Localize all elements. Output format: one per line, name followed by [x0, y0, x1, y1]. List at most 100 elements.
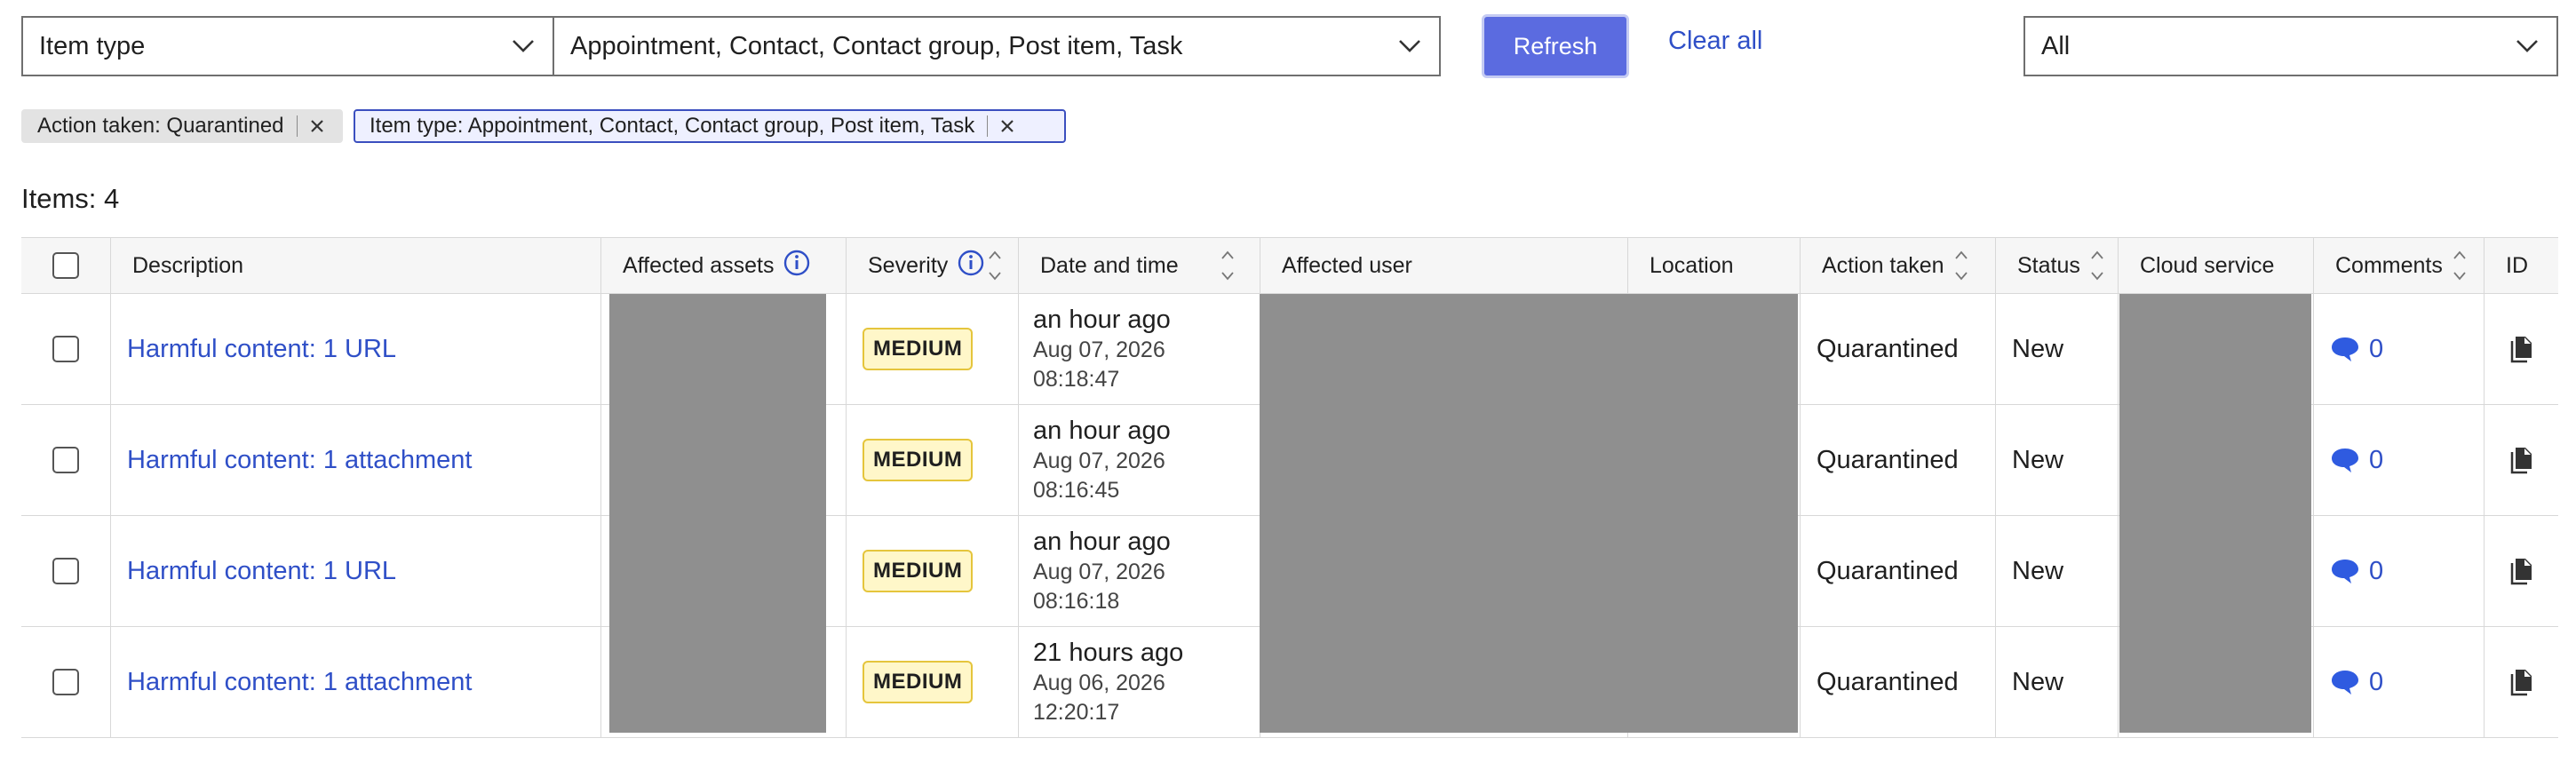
- time-text: 08:16:18: [1033, 589, 1120, 614]
- col-affected-user[interactable]: Affected user: [1260, 238, 1627, 293]
- col-cloud-service-label: Cloud service: [2140, 252, 2275, 278]
- date-text: Aug 06, 2026: [1033, 671, 1165, 695]
- select-all-checkbox[interactable]: [52, 252, 79, 279]
- action-taken-text: Quarantined: [1817, 334, 1959, 363]
- clear-all-link[interactable]: Clear all: [1668, 27, 1762, 56]
- description-link[interactable]: Harmful content: 1 URL: [111, 335, 396, 364]
- time-text: 08:18:47: [1033, 367, 1120, 392]
- comments-cell: 0: [2313, 516, 2484, 626]
- action-taken-cell: Quarantined: [1800, 294, 1995, 404]
- col-comments[interactable]: Comments: [2313, 238, 2484, 293]
- description-cell: Harmful content: 1 URL: [110, 516, 600, 626]
- chip-divider: [296, 115, 298, 137]
- severity-cell: MEDIUM: [846, 405, 1018, 515]
- relative-time: an hour ago: [1033, 528, 1171, 556]
- row-checkbox[interactable]: [52, 669, 79, 695]
- description-cell: Harmful content: 1 URL: [110, 294, 600, 404]
- field-select-value: Item type: [39, 31, 146, 60]
- status-text: New: [2012, 556, 2064, 585]
- document-copy-icon: [2510, 337, 2532, 363]
- col-id-label: ID: [2506, 252, 2528, 278]
- row-checkbox[interactable]: [52, 447, 79, 473]
- col-severity[interactable]: Severity: [846, 238, 1018, 293]
- col-description[interactable]: Description: [110, 238, 600, 293]
- col-id[interactable]: ID: [2484, 238, 2558, 293]
- field-select[interactable]: Item type: [21, 16, 554, 76]
- comments-count: 0: [2369, 334, 2384, 363]
- description-link[interactable]: Harmful content: 1 attachment: [111, 446, 472, 475]
- comment-bubble-icon: [2332, 337, 2358, 361]
- row-select-cell: [21, 294, 110, 404]
- value-select[interactable]: Appointment, Contact, Contact group, Pos…: [553, 16, 1441, 76]
- col-date-time[interactable]: Date and time: [1018, 238, 1260, 293]
- status-cell: New: [1995, 294, 2118, 404]
- close-icon[interactable]: [997, 115, 1018, 137]
- info-icon[interactable]: [783, 249, 811, 283]
- table-header: Description Affected assets Severity Dat…: [21, 237, 2558, 294]
- status-cell: New: [1995, 405, 2118, 515]
- document-copy-icon: [2510, 559, 2532, 585]
- col-status[interactable]: Status: [1995, 238, 2118, 293]
- relative-time: an hour ago: [1033, 417, 1171, 445]
- comment-bubble-icon: [2332, 671, 2358, 695]
- comments-link[interactable]: 0: [2314, 446, 2383, 475]
- filter-chip-action-taken: Action taken: Quarantined: [21, 109, 343, 143]
- comments-cell: 0: [2313, 627, 2484, 737]
- action-taken-cell: Quarantined: [1800, 516, 1995, 626]
- sort-icon[interactable]: [1220, 248, 1236, 283]
- id-cell: [2484, 627, 2558, 737]
- chip-divider: [987, 115, 989, 137]
- col-action-taken-label: Action taken: [1822, 252, 1944, 278]
- comments-count: 0: [2369, 556, 2384, 585]
- description-link[interactable]: Harmful content: 1 attachment: [111, 668, 472, 697]
- time-text: 12:20:17: [1033, 700, 1120, 725]
- status-text: New: [2012, 334, 2064, 363]
- col-action-taken[interactable]: Action taken: [1800, 238, 1995, 293]
- comments-link[interactable]: 0: [2314, 335, 2383, 364]
- severity-badge: MEDIUM: [863, 328, 974, 370]
- col-status-label: Status: [2017, 252, 2080, 278]
- date-time-cell: 21 hours ago Aug 06, 2026 12:20:17: [1018, 627, 1260, 737]
- sort-icon[interactable]: [2452, 248, 2468, 283]
- comments-link[interactable]: 0: [2314, 668, 2383, 697]
- col-affected-assets[interactable]: Affected assets: [600, 238, 846, 293]
- col-date-time-label: Date and time: [1040, 252, 1179, 278]
- document-copy-icon: [2510, 670, 2532, 696]
- sort-icon[interactable]: [2089, 248, 2105, 283]
- comments-count: 0: [2369, 667, 2384, 696]
- col-comments-label: Comments: [2335, 252, 2443, 278]
- col-description-label: Description: [132, 252, 244, 278]
- row-checkbox[interactable]: [52, 558, 79, 584]
- action-taken-cell: Quarantined: [1800, 405, 1995, 515]
- comment-bubble-icon: [2332, 560, 2358, 583]
- description-link[interactable]: Harmful content: 1 URL: [111, 557, 396, 586]
- sort-icon[interactable]: [1953, 248, 1969, 283]
- time-text: 08:16:45: [1033, 478, 1120, 503]
- chip-label: Item type: Appointment, Contact, Contact…: [370, 114, 975, 138]
- chevron-down-icon: [2514, 33, 2540, 60]
- severity-badge: MEDIUM: [863, 550, 974, 592]
- col-cloud-service[interactable]: Cloud service: [2118, 238, 2313, 293]
- comments-count: 0: [2369, 445, 2384, 474]
- refresh-button[interactable]: Refresh: [1482, 14, 1629, 78]
- close-icon[interactable]: [306, 115, 328, 137]
- scope-select[interactable]: All: [2023, 16, 2558, 76]
- severity-cell: MEDIUM: [846, 627, 1018, 737]
- col-affected-assets-label: Affected assets: [623, 252, 775, 278]
- comments-link[interactable]: 0: [2314, 557, 2383, 586]
- date-time-cell: an hour ago Aug 07, 2026 08:16:45: [1018, 405, 1260, 515]
- info-icon[interactable]: [957, 249, 985, 283]
- status-text: New: [2012, 445, 2064, 474]
- row-checkbox[interactable]: [52, 336, 79, 362]
- value-select-value: Appointment, Contact, Contact group, Pos…: [570, 31, 1183, 60]
- comment-bubble-icon: [2332, 448, 2358, 472]
- col-location[interactable]: Location: [1627, 238, 1800, 293]
- action-taken-cell: Quarantined: [1800, 627, 1995, 737]
- date-text: Aug 07, 2026: [1033, 337, 1165, 362]
- chip-label: Action taken: Quarantined: [37, 114, 284, 138]
- sort-icon[interactable]: [987, 248, 1003, 283]
- status-cell: New: [1995, 516, 2118, 626]
- comments-cell: 0: [2313, 405, 2484, 515]
- description-cell: Harmful content: 1 attachment: [110, 627, 600, 737]
- description-cell: Harmful content: 1 attachment: [110, 405, 600, 515]
